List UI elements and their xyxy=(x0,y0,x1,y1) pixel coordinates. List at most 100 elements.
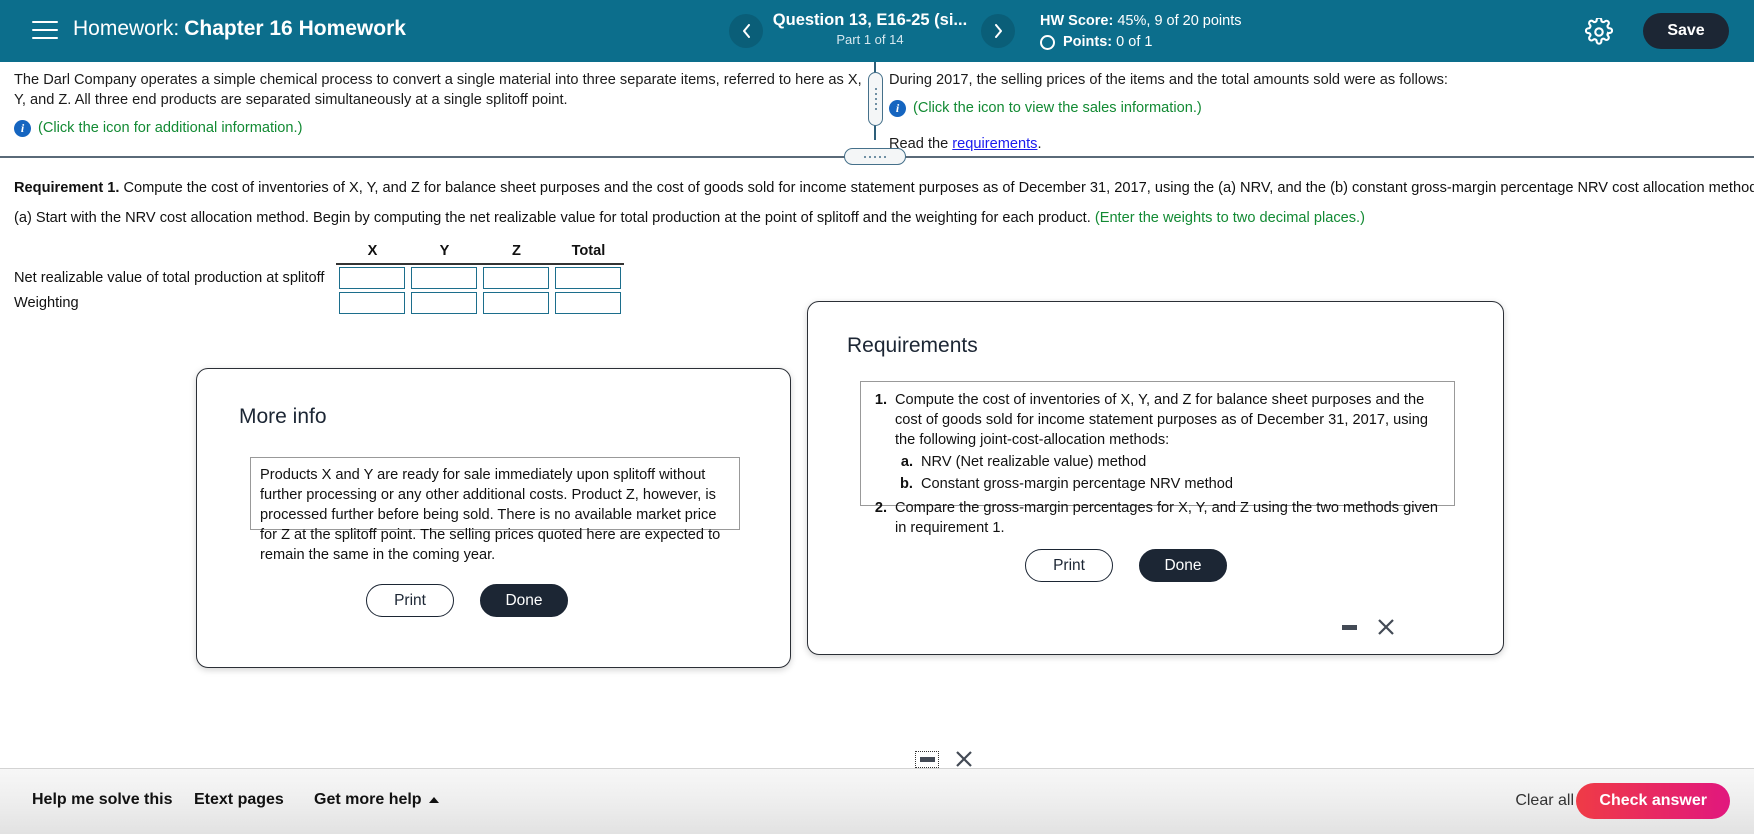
input-weighting-x[interactable] xyxy=(339,292,406,314)
cell xyxy=(336,290,408,316)
requirements-body: 1. Compute the cost of inventories of X,… xyxy=(860,381,1455,536)
requirements-title: Requirements xyxy=(847,334,978,357)
caret-up-icon xyxy=(428,797,439,803)
column-header-y: Y xyxy=(408,238,481,265)
answer-table: X Y Z Total Net realizable value of tota… xyxy=(14,238,625,316)
points-value: 0 of 1 xyxy=(1116,34,1153,50)
row-label-nrv: Net realizable value of total production… xyxy=(14,269,325,286)
more-info-done-button[interactable]: Done xyxy=(480,584,568,617)
close-icon-svg xyxy=(956,751,972,767)
grip-dot xyxy=(874,108,877,110)
problem-left-pane: The Darl Company operates a simple chemi… xyxy=(14,70,866,138)
cell xyxy=(552,264,624,290)
more-info-body: Products X and Y are ready for sale imme… xyxy=(250,457,740,563)
subitem-text: Constant gross-margin percentage NRV met… xyxy=(921,476,1234,492)
sales-information-link[interactable]: (Click the icon to view the sales inform… xyxy=(913,98,1202,118)
get-more-help-label: Get more help xyxy=(314,791,422,808)
chevron-left-icon xyxy=(742,24,750,38)
input-nrv-total[interactable] xyxy=(555,266,622,289)
input-nrv-y[interactable] xyxy=(411,266,478,289)
sub-instruction: (a) Start with the NRV cost allocation m… xyxy=(14,210,1095,226)
header-corner-cell xyxy=(14,238,336,264)
input-nrv-z[interactable] xyxy=(483,266,550,289)
question-part: Part 1 of 14 xyxy=(836,32,904,47)
grip-dot xyxy=(869,155,871,158)
previous-question-button[interactable] xyxy=(729,14,763,48)
grip-dot xyxy=(874,88,877,90)
question-info: Question 13, E16-25 (si... Part 1 of 14 xyxy=(770,9,970,48)
list-item: a. NRV (Net realizable value) method xyxy=(895,452,1444,472)
gear-icon[interactable] xyxy=(1584,16,1614,46)
gear-icon-svg xyxy=(1584,16,1614,45)
vertical-splitter-handle[interactable] xyxy=(868,72,883,126)
minimize-icon[interactable] xyxy=(1339,619,1359,635)
read-requirements-line: Read the requirements. xyxy=(889,134,1709,154)
input-weighting-z[interactable] xyxy=(483,292,550,314)
requirements-dialog: Requirements 1. Compute the cost of inve… xyxy=(807,301,1504,655)
get-more-help-button[interactable]: Get more help xyxy=(314,791,439,809)
grip-dot xyxy=(874,93,877,95)
points-label: Points: xyxy=(1063,34,1113,50)
grip-dot xyxy=(874,98,877,100)
info-circle-icon[interactable]: i xyxy=(14,119,31,137)
next-question-button[interactable] xyxy=(981,14,1015,48)
more-info-print-button[interactable]: Print xyxy=(366,584,454,617)
column-header-x: X xyxy=(336,238,409,265)
minimize-bar xyxy=(919,757,935,762)
grip-dot xyxy=(884,155,886,158)
grip-dot xyxy=(864,155,866,158)
hw-score-value: 45%, 9 of 20 points xyxy=(1117,13,1242,29)
bottom-toolbar: Help me solve this Etext pages Get more … xyxy=(0,768,1754,834)
requirements-link[interactable]: requirements xyxy=(952,136,1037,152)
subitem-text: NRV (Net realizable value) method xyxy=(921,454,1147,470)
list-item: 1. Compute the cost of inventories of X,… xyxy=(871,390,1444,496)
more-info-title: More info xyxy=(239,405,327,428)
hamburger-icon[interactable] xyxy=(32,16,60,44)
requirement-number: 1. xyxy=(874,392,887,408)
requirement-heading: Requirement 1. Compute the cost of inven… xyxy=(14,180,1754,196)
additional-information-link[interactable]: (Click the icon for additional informati… xyxy=(38,118,302,138)
table-row: Net realizable value of total production… xyxy=(14,264,624,290)
etext-pages-button[interactable]: Etext pages xyxy=(194,791,284,809)
subitem-letter: a. xyxy=(900,454,913,470)
minimize-icon[interactable] xyxy=(915,751,939,768)
requirement-label: Requirement 1. xyxy=(14,180,120,196)
input-weighting-total[interactable] xyxy=(555,292,622,314)
homework-page: Homework: Chapter 16 Homework Question 13… xyxy=(0,0,1754,834)
grip-dot xyxy=(874,155,876,158)
score-summary: HW Score: 45%, 9 of 20 points Points: 0 … xyxy=(1040,11,1242,53)
input-weighting-y[interactable] xyxy=(411,292,478,314)
requirements-print-button[interactable]: Print xyxy=(1025,549,1113,582)
close-icon[interactable] xyxy=(1374,615,1398,639)
requirement-item-text: Compare the gross-margin percentages for… xyxy=(895,500,1438,536)
circle-progress-icon xyxy=(1040,35,1055,50)
grip-dot xyxy=(874,103,877,105)
points-row: Points: 0 of 1 xyxy=(1040,32,1242,53)
table-row: Weighting xyxy=(14,290,624,316)
subitem-letter: b. xyxy=(900,476,913,492)
problem-right-pane: During 2017, the selling prices of the i… xyxy=(889,70,1709,154)
left-info-line: i (Click the icon for additional informa… xyxy=(14,118,866,138)
hw-score-row: HW Score: 45%, 9 of 20 points xyxy=(1040,11,1242,32)
top-header-bar: Homework: Chapter 16 Homework Question 13… xyxy=(0,0,1754,62)
problem-left-text: The Darl Company operates a simple chemi… xyxy=(14,72,862,108)
help-me-solve-this-button[interactable]: Help me solve this xyxy=(32,791,173,809)
homework-name: Chapter 16 Homework xyxy=(184,17,406,40)
info-circle-icon[interactable]: i xyxy=(889,99,906,117)
requirement-number: 2. xyxy=(874,500,887,516)
input-nrv-x[interactable] xyxy=(339,266,406,289)
save-button[interactable]: Save xyxy=(1643,13,1729,49)
requirement-item-text: Compute the cost of inventories of X, Y,… xyxy=(895,390,1444,496)
weights-hint: (Enter the weights to two decimal places… xyxy=(1094,210,1365,226)
requirements-sublist: a. NRV (Net realizable value) method b. … xyxy=(895,452,1444,494)
horizontal-splitter-handle[interactable] xyxy=(844,148,906,165)
read-suffix: . xyxy=(1037,136,1042,152)
minimize-bar xyxy=(1341,624,1357,630)
clear-all-button[interactable]: Clear all xyxy=(1515,792,1574,810)
check-answer-button[interactable]: Check answer xyxy=(1576,783,1730,819)
problem-right-text: During 2017, the selling prices of the i… xyxy=(889,72,1448,88)
cell xyxy=(408,264,480,290)
requirements-done-button[interactable]: Done xyxy=(1139,549,1227,582)
cell xyxy=(552,290,624,316)
requirement-item-body: Compute the cost of inventories of X, Y,… xyxy=(895,392,1428,448)
